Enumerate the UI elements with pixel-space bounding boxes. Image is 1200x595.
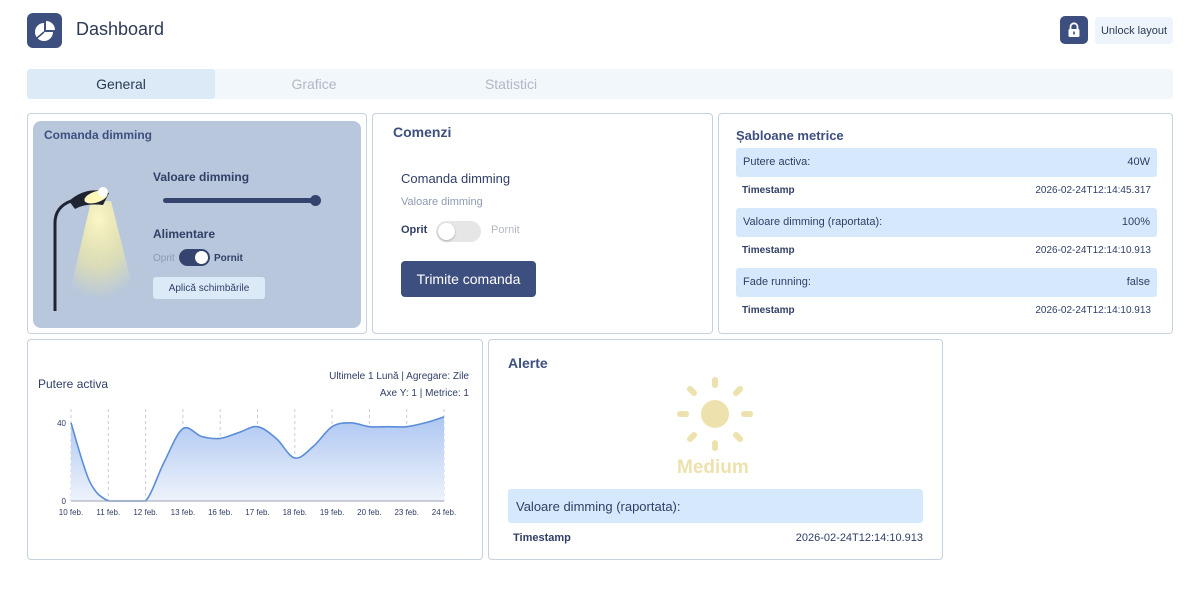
sun-icon [677, 377, 753, 451]
lock-button[interactable] [1060, 16, 1088, 44]
commands-subtitle: Comanda dimming [401, 171, 511, 186]
metric-row: Fade running: false [736, 268, 1157, 297]
x-tick-label: 17 feb. [245, 508, 269, 517]
x-tick-label: 10 feb. [59, 508, 83, 517]
lock-icon [1068, 22, 1080, 37]
tab-bar: General Grafice Statistici [27, 69, 1173, 99]
tab-grafice[interactable]: Grafice [215, 69, 413, 99]
x-tick-label: 13 feb. [171, 508, 195, 517]
metric-row: Putere activa: 40W [736, 148, 1157, 177]
alerts-card: Alerte Medium Valoare dimming (raportata… [488, 339, 943, 560]
x-tick-label: 23 feb. [394, 508, 418, 517]
timestamp-label: Timestamp [742, 185, 795, 196]
power-on-label: Pornit [214, 253, 243, 264]
y-tick-label: 0 [62, 497, 67, 506]
x-tick-label: 19 feb. [320, 508, 344, 517]
toggle-knob [195, 251, 208, 264]
commands-field-label: Valoare dimming [401, 196, 483, 208]
commands-off-label: Oprit [401, 224, 428, 236]
series-area [71, 416, 444, 501]
timestamp-value: 2026-02-24T12:14:10.913 [1035, 305, 1151, 316]
alerts-title: Alerte [508, 355, 548, 371]
timestamp-value: 2026-02-24T12:14:10.913 [795, 532, 923, 544]
y-tick-label: 40 [57, 419, 66, 428]
metric-row: Valoare dimming (raportata): 100% [736, 208, 1157, 237]
commands-title: Comenzi [393, 124, 452, 140]
x-tick-label: 11 feb. [96, 508, 120, 517]
header: Dashboard Unlock layout [0, 0, 1200, 60]
tab-general[interactable]: General [27, 69, 215, 99]
dimming-widget-panel: Comanda dimming Valoare dimming Alimenta… [33, 121, 361, 328]
page-title: Dashboard [76, 19, 165, 39]
commands-card: Comenzi Comanda dimming Valoare dimming … [372, 113, 713, 334]
timestamp-label: Timestamp [513, 532, 571, 544]
metric-value: 100% [1121, 216, 1150, 228]
x-tick-label: 24 feb. [432, 508, 456, 517]
metric-key: Valoare dimming (raportata): [743, 216, 883, 228]
timestamp-value: 2026-02-24T12:14:45.317 [1035, 185, 1151, 196]
metric-timestamp-row: Timestamp 2026-02-24T12:14:10.913 [736, 303, 1157, 319]
toggle-knob [438, 223, 455, 240]
timestamp-label: Timestamp [742, 305, 795, 316]
metric-key: Putere activa: [743, 156, 811, 168]
timestamp-label: Timestamp [742, 245, 795, 256]
send-command-button[interactable]: Trimite comanda [401, 261, 536, 297]
power-toggle[interactable] [179, 249, 210, 266]
x-tick-label: 18 feb. [283, 508, 307, 517]
commands-toggle[interactable] [436, 221, 481, 242]
power-label: Alimentare [153, 227, 216, 241]
chart-card: Putere activa Ultimele 1 Lună | Agregare… [27, 339, 483, 560]
power-off-label: Oprit [153, 253, 175, 264]
dimming-widget-card: Comanda dimming Valoare dimming Alimenta… [27, 113, 367, 334]
dimming-widget-title: Comanda dimming [44, 128, 153, 142]
metric-key: Fade running: [743, 276, 811, 288]
metric-value: false [1126, 276, 1150, 288]
alert-metric-row: Valoare dimming (raportata): [508, 489, 923, 523]
metric-templates-title: Șabloane metrice [736, 128, 844, 143]
timestamp-value: 2026-02-24T12:14:10.913 [1035, 245, 1151, 256]
dimming-slider-thumb[interactable] [309, 195, 321, 206]
dimming-slider-track[interactable] [163, 198, 315, 203]
pie-chart-icon [34, 20, 55, 41]
metric-timestamp-row: Timestamp 2026-02-24T12:14:45.317 [736, 183, 1157, 199]
tab-statistici[interactable]: Statistici [413, 69, 609, 99]
app-logo[interactable] [27, 13, 62, 48]
metric-timestamp-row: Timestamp 2026-02-24T12:14:10.913 [736, 243, 1157, 259]
alert-metric-label: Valoare dimming (raportata): [516, 499, 681, 514]
unlock-layout-button[interactable]: Unlock layout [1095, 17, 1173, 44]
commands-on-label: Pornit [491, 224, 520, 236]
x-tick-label: 20 feb. [357, 508, 381, 517]
street-lamp-icon [53, 187, 136, 311]
x-tick-label: 16 feb. [208, 508, 232, 517]
metric-templates-card: Șabloane metrice Putere activa: 40W Time… [718, 113, 1173, 334]
metric-value: 40W [1127, 156, 1150, 168]
x-tick-label: 12 feb. [133, 508, 157, 517]
dimming-value-label: Valoare dimming [153, 170, 250, 184]
apply-changes-button[interactable]: Aplică schimbările [153, 277, 265, 299]
alert-level-label: Medium [677, 457, 749, 478]
area-chart[interactable]: 0 40 10 feb. 11 feb. 12 feb. 13 feb. 16 feb. 17… [28, 340, 482, 559]
